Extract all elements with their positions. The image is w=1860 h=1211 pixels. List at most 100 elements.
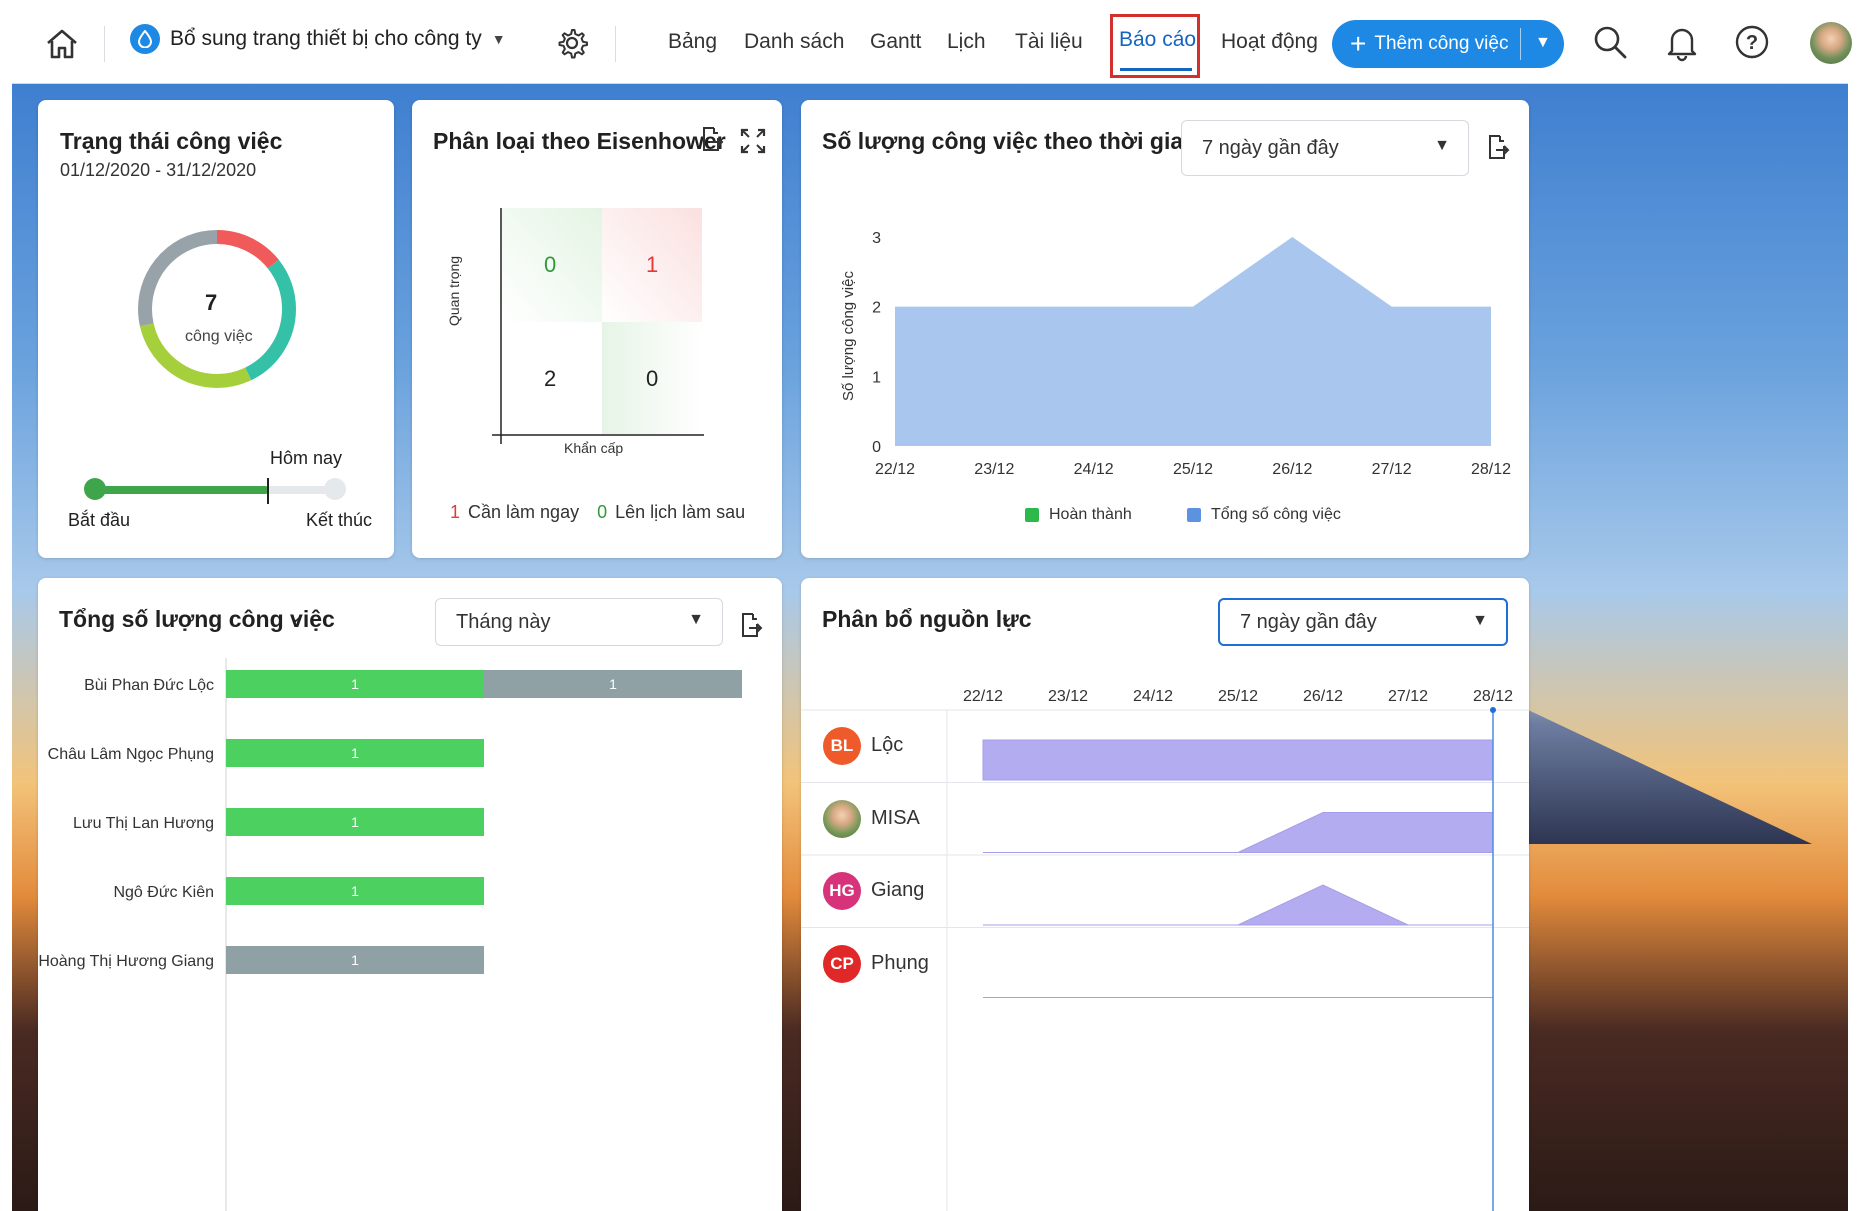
- y-tick-label: 0: [872, 439, 881, 456]
- person-name: Giang: [871, 879, 925, 901]
- eisenhower-matrix: [492, 208, 704, 444]
- x-axis-label: Khẩn cấp: [564, 440, 624, 456]
- x-tick-label: 22/12: [875, 461, 915, 478]
- bell-icon[interactable]: [1662, 22, 1702, 62]
- date-label: 24/12: [1133, 688, 1173, 705]
- category-label: Bùi Phan Đức Lộc: [84, 677, 214, 694]
- plus-icon: +: [1350, 28, 1367, 59]
- export-icon[interactable]: [735, 610, 765, 640]
- bar-value-label: 1: [351, 952, 359, 968]
- category-label: Ngô Đức Kiên: [113, 884, 214, 901]
- tab-calendar[interactable]: Lịch: [947, 30, 986, 54]
- date-label: 26/12: [1303, 688, 1343, 705]
- allocation-area: [983, 884, 1493, 926]
- y-tick-label: 1: [872, 369, 881, 386]
- card-title: Phân loại theo Eisenhower: [433, 128, 726, 154]
- svg-text:?: ?: [1746, 32, 1758, 54]
- button-divider: [1520, 28, 1521, 60]
- project-selector[interactable]: Bổ sung trang thiết bị cho công ty ▼: [130, 24, 506, 54]
- help-icon[interactable]: ?: [1732, 22, 1772, 62]
- legend-item: 1 Cần làm ngay: [450, 502, 579, 523]
- x-tick-label: 28/12: [1471, 461, 1511, 478]
- gear-icon[interactable]: [555, 26, 589, 60]
- active-tab-underline: [1120, 68, 1192, 71]
- series-area-total: [895, 237, 1491, 446]
- resource-allocation-chart: 22/12 23/12 24/12 25/12 26/12 27/12 28/12: [801, 688, 1529, 1211]
- person-avatar: CP: [823, 944, 861, 983]
- legend-label: Lên lịch làm sau: [615, 502, 746, 522]
- total-tasks-card: Tổng số lượng công việc ⌄ Tháng này ▼ Bù…: [38, 578, 782, 1211]
- water-drop-icon: [130, 24, 160, 54]
- legend-label: Cần làm ngay: [468, 502, 580, 522]
- end-label: Kết thúc: [306, 510, 373, 530]
- quadrant-value: 0: [544, 252, 557, 277]
- eisenhower-card: Phân loại theo Eisenhower 0 1 2 0 Quan t…: [412, 100, 782, 558]
- legend-swatch: [1187, 508, 1201, 522]
- expand-icon[interactable]: [738, 126, 768, 156]
- bar-value-label: 1: [351, 745, 359, 761]
- date-label: 28/12: [1473, 688, 1513, 705]
- tab-gantt[interactable]: Gantt: [870, 30, 921, 54]
- chevron-down-icon[interactable]: ▼: [1535, 34, 1551, 52]
- tab-reports[interactable]: Báo cáo: [1119, 28, 1196, 52]
- chevron-down-icon: ▼: [688, 611, 704, 628]
- quadrant-value: 2: [544, 366, 557, 391]
- search-icon[interactable]: [1590, 22, 1630, 62]
- start-dot: [84, 478, 106, 500]
- period-select[interactable]: 7 ngày gần đây ▼: [1218, 598, 1508, 646]
- progress-fill: [96, 486, 269, 494]
- allocation-area: [983, 812, 1494, 853]
- legend-value: 1: [450, 502, 461, 522]
- bar-value-label: 1: [351, 814, 359, 830]
- project-name: Bổ sung trang thiết bị cho công ty: [170, 27, 482, 50]
- legend-item: 0 Lên lịch làm sau: [597, 502, 745, 523]
- add-task-button[interactable]: + Thêm công việc ▼: [1332, 20, 1564, 68]
- x-tick-label: 27/12: [1372, 461, 1412, 478]
- resource-allocation-card: Phân bổ nguồn lực ⌄ 7 ngày gần đây ▼ 22/…: [801, 578, 1529, 1211]
- person-avatar: BL: [823, 727, 861, 765]
- add-task-label: Thêm công việc: [1374, 33, 1509, 54]
- total-count: 7: [205, 290, 218, 315]
- end-dot: [324, 478, 346, 500]
- person-avatar: HG: [823, 872, 861, 910]
- quadrant-value: 0: [646, 366, 659, 391]
- user-avatar[interactable]: [1810, 22, 1852, 64]
- legend-label: Hoàn thành: [1049, 506, 1132, 523]
- period-select-value: 7 ngày gần đây: [1240, 610, 1377, 633]
- tasks-over-time-chart: 0 1 2 3 22/12 23/12 24/12 25/12 26/12 27/12 28/12 S…: [840, 230, 1511, 478]
- quadrant-value: 1: [646, 252, 659, 277]
- card-title: Trạng thái công việc: [60, 128, 283, 154]
- y-tick-label: 3: [872, 230, 881, 247]
- chevron-down-icon[interactable]: ⌄: [288, 606, 303, 627]
- home-icon[interactable]: [42, 24, 82, 64]
- tab-documents[interactable]: Tài liệu: [1015, 30, 1083, 54]
- legend-item-total: Tổng số công việc: [1187, 506, 1341, 524]
- task-status-card: Trạng thái công việc ⌄ 01/12/2020 - 31/1…: [38, 100, 394, 558]
- y-tick-label: 2: [872, 300, 881, 317]
- legend-swatch: [1025, 508, 1039, 522]
- chevron-down-icon[interactable]: ⌄: [999, 606, 1014, 627]
- tab-activity[interactable]: Hoạt động: [1221, 30, 1318, 54]
- allocation-area: [982, 739, 1494, 781]
- tasks-over-time-card: Số lượng công việc theo thời gian 7 ngày…: [801, 100, 1529, 558]
- date-label: 27/12: [1388, 688, 1428, 705]
- y-axis-label: Số lượng công việc: [840, 271, 857, 401]
- x-tick-label: 26/12: [1272, 461, 1312, 478]
- period-select[interactable]: Tháng này ▼: [435, 598, 723, 646]
- start-label: Bắt đầu: [68, 510, 131, 530]
- bar-value-label: 1: [609, 676, 617, 692]
- chevron-down-icon[interactable]: ⌄: [256, 128, 271, 149]
- tab-list[interactable]: Danh sách: [744, 30, 844, 54]
- person-name: Phụng: [871, 951, 929, 974]
- date-label: 25/12: [1218, 688, 1258, 705]
- bar-value-label: 1: [351, 676, 359, 692]
- person-name: MISA: [871, 806, 920, 829]
- tab-board[interactable]: Bảng: [668, 30, 717, 54]
- date-label: 22/12: [963, 688, 1003, 705]
- divider: [615, 26, 616, 62]
- today-marker: [267, 478, 269, 504]
- export-icon[interactable]: [696, 124, 726, 154]
- y-axis-label: Quan trọng: [446, 255, 462, 326]
- total-tasks-bar-chart: Bùi Phan Đức Lộc 1 1 Châu Lâm Ngọc Phụng 1 Lư…: [38, 658, 742, 1211]
- person-name: Lộc: [871, 734, 904, 756]
